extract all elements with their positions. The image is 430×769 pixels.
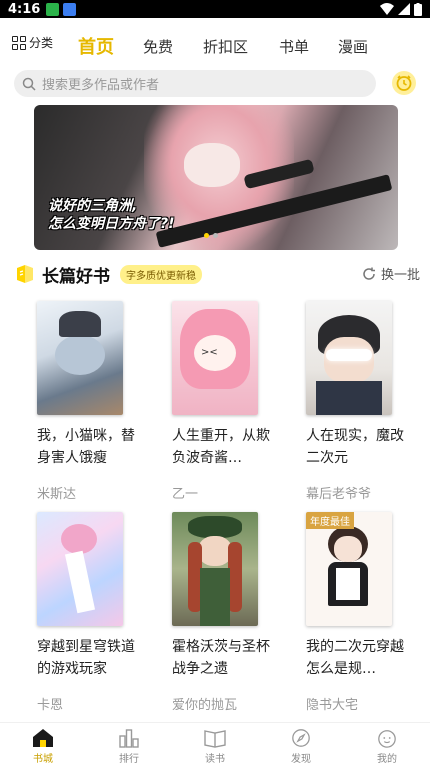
- banner-character: [184, 143, 240, 187]
- app-notification-icon: [46, 2, 60, 16]
- book-author: 幕后老爷爷: [306, 487, 372, 502]
- battery-icon: [414, 2, 422, 16]
- book-card[interactable]: 年度最佳 我的二次元穿越怎么是规… 隐书大宅: [306, 512, 416, 713]
- nav-profile[interactable]: 我的: [344, 723, 430, 769]
- refresh-label: 换一批: [380, 268, 420, 283]
- book-cover[interactable]: ><: [172, 301, 258, 415]
- book-cover[interactable]: [37, 301, 123, 415]
- banner-caption-line1: 说好的三角洲,: [48, 198, 138, 214]
- book-card[interactable]: 霍格沃茨与圣杯战争之遗 爱你的抛瓦: [172, 512, 282, 713]
- app-notification-icon: [63, 2, 77, 16]
- nav-label: 书城: [33, 753, 53, 765]
- tab-comics[interactable]: 漫画: [338, 36, 368, 57]
- bookstore-home-icon: [33, 728, 53, 747]
- book-author: 爱你的抛瓦: [172, 698, 238, 713]
- book-cover[interactable]: [172, 512, 258, 626]
- award-tag: 年度最佳: [306, 512, 354, 529]
- book-card[interactable]: 我，小猫咪，替身害人饿瘦 米斯达: [37, 301, 147, 502]
- nav-label: 读书: [205, 753, 225, 765]
- category-label: 分类: [29, 36, 54, 50]
- bottom-navigation: 书城 排行 读书 发现 我的: [0, 722, 430, 769]
- section-header: 长篇好书 字多质优更新稳 换一批: [14, 262, 420, 287]
- tab-discount[interactable]: 折扣区: [203, 36, 248, 57]
- book-title[interactable]: 穿越到星穹铁道的游戏玩家: [37, 636, 137, 680]
- book-author: 乙一: [172, 487, 199, 502]
- compass-icon: [292, 728, 310, 747]
- search-placeholder: 搜索更多作品或作者: [42, 78, 160, 93]
- status-time: 4:16: [8, 1, 41, 17]
- tab-home[interactable]: 首页: [78, 33, 114, 59]
- book-title[interactable]: 人生重开，从欺负波奇酱…: [172, 425, 272, 469]
- section-badge: 字多质优更新稳: [120, 264, 202, 284]
- book-title[interactable]: 我的二次元穿越怎么是规…: [306, 636, 406, 680]
- nav-discover[interactable]: 发现: [258, 723, 344, 769]
- nav-ranking[interactable]: 排行: [86, 723, 172, 769]
- book-title[interactable]: 霍格沃茨与圣杯战争之遗: [172, 636, 272, 680]
- category-button[interactable]: 分类: [12, 34, 53, 51]
- search-input[interactable]: 搜索更多作品或作者: [14, 70, 376, 97]
- book-author: 米斯达: [37, 487, 77, 502]
- signal-icon: [398, 3, 410, 15]
- grid-icon: [12, 35, 26, 50]
- banner-pagination: [204, 233, 218, 238]
- banner-dot: [213, 233, 218, 238]
- banner-caption: 说好的三角洲, 怎么变明日方舟了?!: [48, 197, 175, 233]
- book-card[interactable]: 人在现实，魔改二次元 幕后老爷爷: [306, 301, 416, 502]
- book-card[interactable]: 穿越到星穹铁道的游戏玩家 卡恩: [37, 512, 147, 713]
- book-cover[interactable]: [37, 512, 123, 626]
- book-cover[interactable]: [306, 301, 392, 415]
- nav-label: 排行: [119, 753, 139, 765]
- section-title: 长篇好书: [42, 266, 110, 287]
- nav-label: 发现: [291, 753, 311, 765]
- refresh-button[interactable]: 换一批: [361, 264, 420, 283]
- status-indicators: [380, 2, 422, 16]
- nav-reading[interactable]: 读书: [172, 723, 258, 769]
- profile-face-icon: [378, 729, 396, 748]
- clock-icon: [396, 75, 412, 91]
- book-card[interactable]: >< 人生重开，从欺负波奇酱… 乙一: [172, 301, 282, 502]
- book-title[interactable]: 我，小猫咪，替身害人饿瘦: [37, 425, 137, 469]
- book-cover[interactable]: 年度最佳: [306, 512, 392, 626]
- refresh-icon: [363, 267, 375, 280]
- wifi-icon: [380, 3, 394, 15]
- ranking-chart-icon: [119, 728, 139, 748]
- search-icon: [22, 77, 36, 91]
- banner-dot-active: [204, 233, 209, 238]
- status-bar: 4:16: [0, 0, 430, 18]
- banner-caption-line2: 怎么变明日方舟了?!: [48, 216, 175, 232]
- tab-booklist[interactable]: 书单: [279, 36, 309, 57]
- book-title[interactable]: 人在现实，魔改二次元: [306, 425, 406, 469]
- open-book-icon: [204, 729, 226, 748]
- book-section-icon: [17, 265, 33, 283]
- nav-bookstore[interactable]: 书城: [0, 723, 86, 769]
- book-author: 卡恩: [37, 698, 64, 713]
- book-author: 隐书大宅: [306, 698, 359, 713]
- tab-free[interactable]: 免费: [143, 36, 173, 57]
- top-navigation: 分类 首页 免费 折扣区 书单 漫画: [0, 26, 430, 66]
- reading-timer-button[interactable]: [392, 71, 416, 95]
- nav-label: 我的: [377, 753, 397, 765]
- promo-banner[interactable]: 说好的三角洲, 怎么变明日方舟了?!: [34, 105, 398, 250]
